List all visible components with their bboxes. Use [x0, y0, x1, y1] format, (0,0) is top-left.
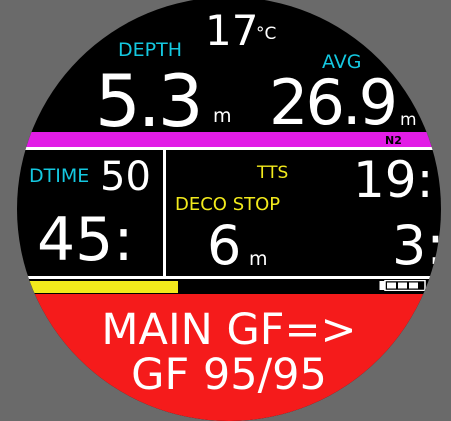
temperature-value: 17 — [205, 6, 259, 55]
avg-depth-unit: m — [400, 110, 417, 130]
deco-stop-time: 3: — [392, 214, 441, 277]
depth-value: 5.3 — [95, 59, 204, 143]
deco-stop-depth: 6 — [207, 214, 242, 277]
avg-depth-value: 26.9 — [269, 66, 398, 139]
alert-message-line2: GF 95/95 — [131, 350, 327, 400]
gas-bar-fill — [17, 281, 178, 293]
dive-computer-display: DEPTH 17 °C AVG 5.3 m 26.9 m N2 DTIME 50… — [17, 0, 441, 421]
tts-label: TTS — [257, 163, 289, 183]
alert-message-line1: MAIN GF=> — [101, 305, 357, 355]
temperature-unit: °C — [256, 24, 277, 44]
battery-icon — [379, 280, 426, 291]
alert-panel: MAIN GF=> GF 95/95 — [17, 294, 441, 421]
deco-stop-depth-unit: m — [249, 248, 268, 270]
tts-value: 19: — [353, 151, 434, 209]
n2-loading-bar — [17, 132, 441, 147]
dive-time-value: 50 — [100, 154, 151, 200]
dive-time-label: DTIME — [29, 165, 90, 187]
depth-label: DEPTH — [118, 39, 182, 61]
divider-horizontal-top — [17, 147, 441, 150]
divider-vertical — [163, 150, 166, 276]
n2-label: N2 — [385, 134, 402, 147]
depth-unit: m — [213, 105, 232, 127]
ndl-value: 45: — [37, 205, 134, 275]
deco-stop-label: DECO STOP — [175, 194, 281, 215]
